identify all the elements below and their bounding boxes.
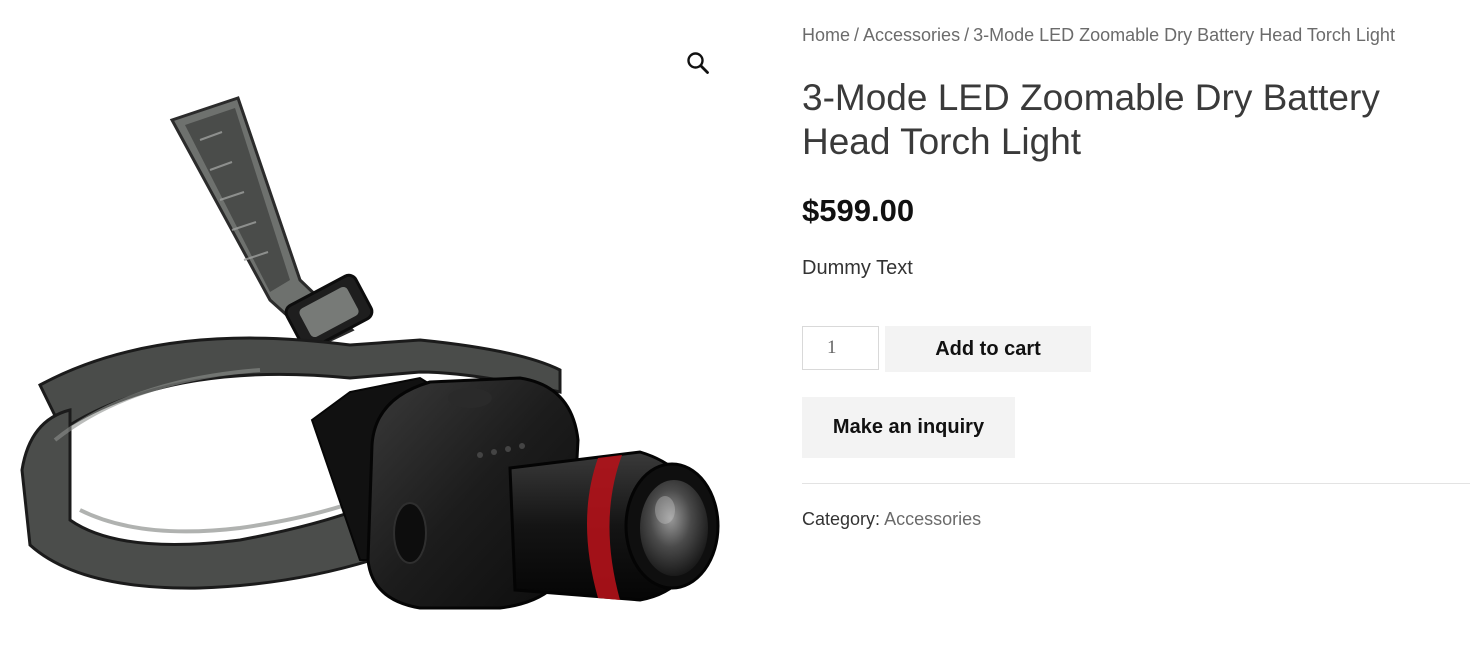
breadcrumb-category-link[interactable]: Accessories xyxy=(863,25,960,45)
product-price: $599.00 xyxy=(802,193,915,228)
category-label: Category: xyxy=(802,509,881,529)
product-image-headlamp[interactable] xyxy=(0,0,742,661)
zoom-button[interactable] xyxy=(683,48,713,78)
make-inquiry-button[interactable]: Make an inquiry xyxy=(802,397,1015,458)
divider xyxy=(802,483,1470,484)
category-link[interactable]: Accessories xyxy=(884,509,981,529)
breadcrumb: Home / Accessories/3-Mode LED Zoomable Dry… xyxy=(802,25,1470,46)
product-short-description: Dummy Text xyxy=(802,257,913,279)
product-title: 3-Mode LED Zoomable Dry Battery Head Tor… xyxy=(802,77,1380,162)
breadcrumb-current: 3-Mode LED Zoomable Dry Battery Head Tor… xyxy=(973,25,1395,45)
magnifier-icon xyxy=(687,52,709,74)
breadcrumb-separator: / xyxy=(854,25,860,45)
breadcrumb-home-link[interactable]: Home xyxy=(802,25,850,45)
product-meta: Category: Accessories xyxy=(802,509,981,530)
product-gallery xyxy=(0,0,742,661)
breadcrumb-separator: / xyxy=(964,25,970,45)
quantity-input[interactable] xyxy=(802,326,879,370)
add-to-cart-button[interactable]: Add to cart xyxy=(885,326,1091,372)
